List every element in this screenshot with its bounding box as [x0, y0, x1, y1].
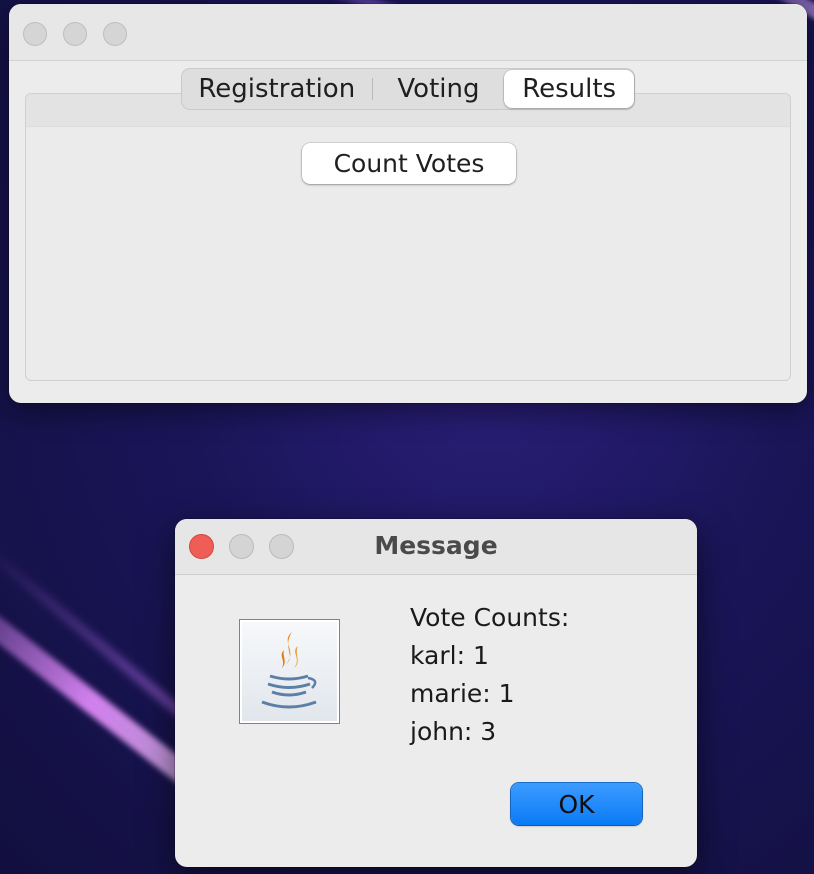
tab-voting[interactable]: Voting	[373, 69, 505, 109]
count-votes-button[interactable]: Count Votes	[302, 143, 516, 184]
tab-bar: Registration Voting Results	[181, 68, 635, 110]
message-dialog: Message Vote Counts: karl: 1 marie: 1 jo…	[175, 519, 697, 867]
results-tab-panel	[25, 93, 791, 381]
vote-count-line: john: 3	[410, 717, 497, 746]
vote-counts-message: Vote Counts: karl: 1 marie: 1 john: 3	[410, 599, 569, 751]
main-titlebar[interactable]	[9, 4, 807, 61]
vote-count-line: karl: 1	[410, 641, 489, 670]
tab-results[interactable]: Results	[504, 70, 634, 108]
dialog-title: Message	[374, 531, 498, 560]
close-window-button[interactable]	[23, 22, 47, 46]
vote-count-line: marie: 1	[410, 679, 515, 708]
main-window: Registration Voting Results Count Votes	[9, 4, 807, 403]
dialog-titlebar[interactable]: Message	[175, 519, 697, 575]
zoom-window-button[interactable]	[103, 22, 127, 46]
tab-registration[interactable]: Registration	[182, 69, 372, 109]
ok-button[interactable]: OK	[511, 783, 642, 825]
vote-counts-heading: Vote Counts:	[410, 603, 570, 632]
java-logo-icon	[239, 619, 340, 724]
minimize-window-button[interactable]	[63, 22, 87, 46]
